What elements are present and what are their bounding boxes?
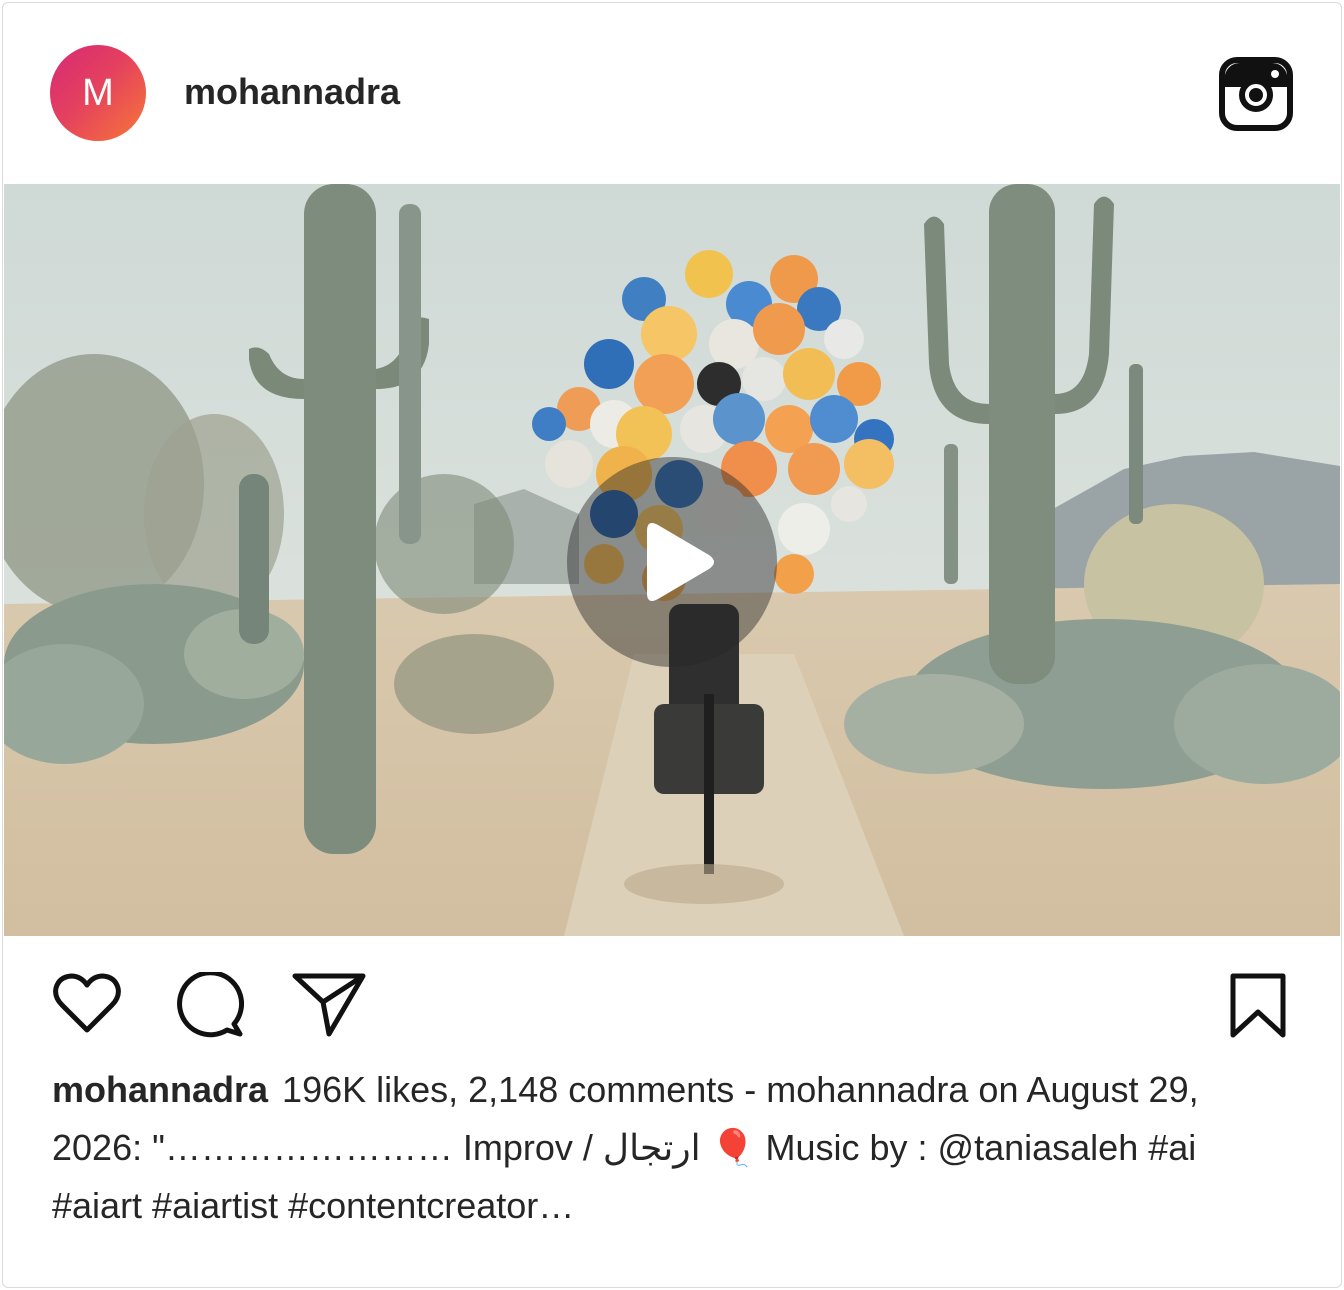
instagram-post-card: M mohannadra mohannadra 196K likes, 2,14… bbox=[2, 2, 1342, 1288]
post-header: M mohannadra bbox=[3, 3, 1341, 184]
post-video[interactable] bbox=[4, 184, 1340, 936]
bookmark-icon[interactable] bbox=[1228, 972, 1288, 1044]
post-username[interactable]: mohannadra bbox=[184, 67, 400, 117]
play-button[interactable] bbox=[567, 457, 777, 667]
avatar[interactable]: M bbox=[50, 45, 146, 141]
post-caption: mohannadra 196K likes, 2,148 comments - m… bbox=[52, 1061, 1272, 1235]
caption-username[interactable]: mohannadra bbox=[52, 1069, 268, 1110]
comment-bubble-icon[interactable] bbox=[172, 970, 245, 1044]
avatar-letter: M bbox=[82, 71, 114, 114]
instagram-icon[interactable] bbox=[1219, 57, 1293, 131]
action-bar bbox=[3, 936, 1341, 1056]
play-icon bbox=[647, 523, 714, 601]
send-icon[interactable] bbox=[291, 972, 367, 1042]
heart-icon[interactable] bbox=[52, 972, 122, 1040]
